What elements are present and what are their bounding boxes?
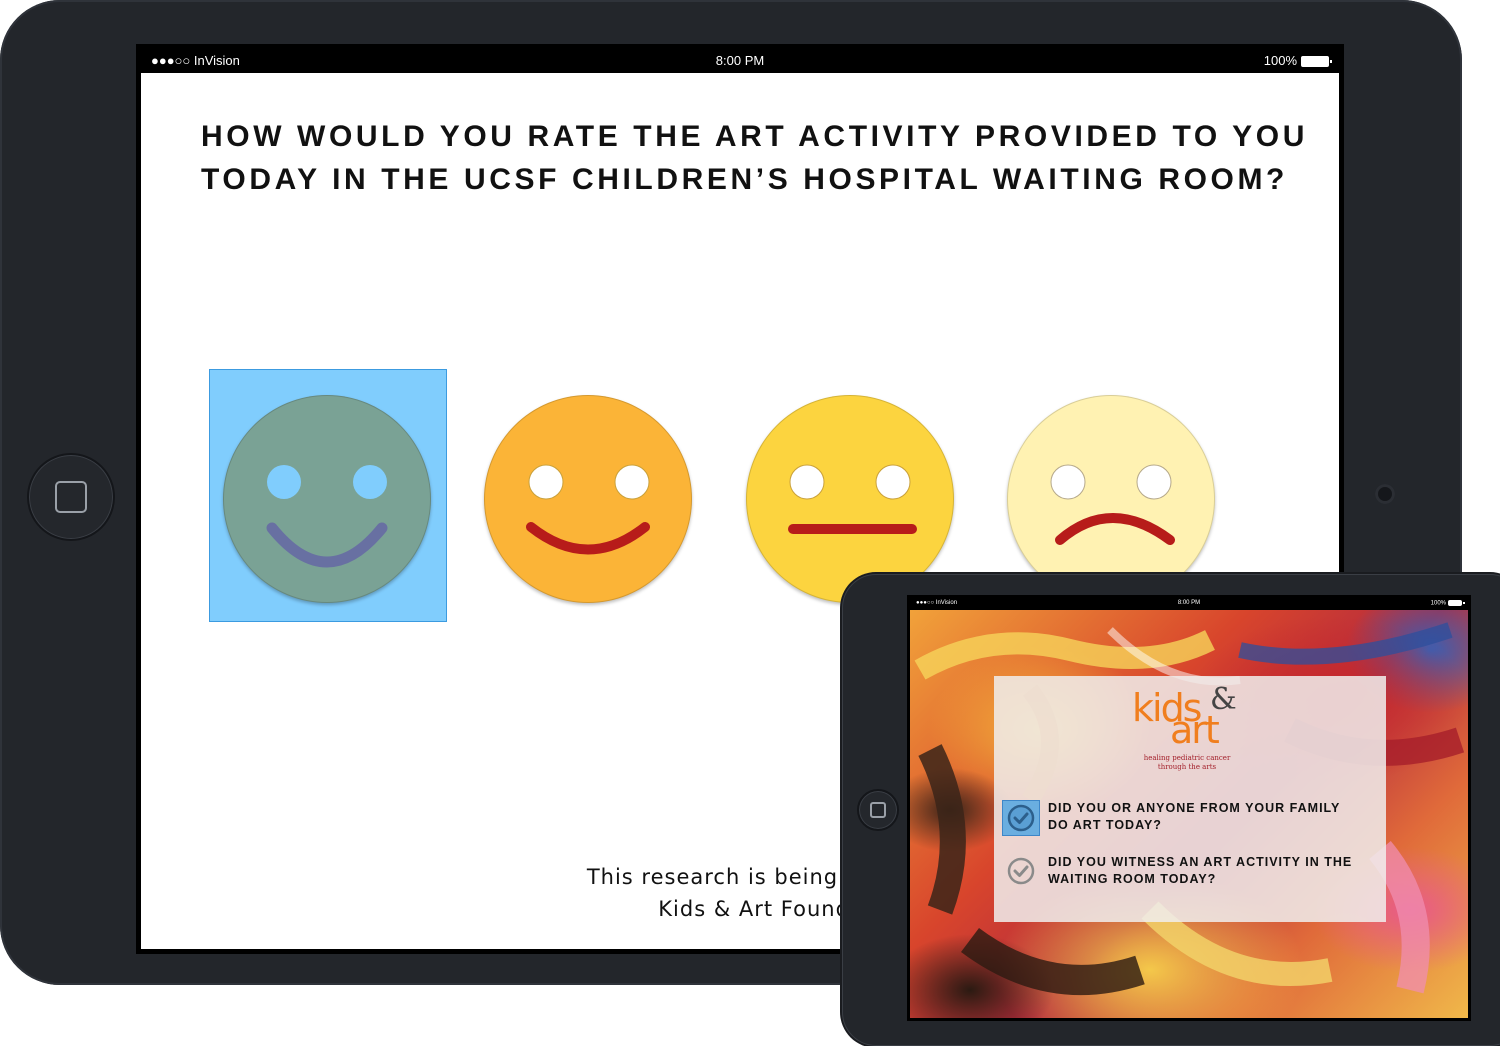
kids-and-art-logo: kids & art healing pediatric cancer thro… <box>1124 682 1264 774</box>
battery-label: 100% <box>1430 600 1446 607</box>
home-button-small[interactable] <box>857 789 899 831</box>
very-happy-face-icon <box>266 465 388 568</box>
label-line-2: do art today? <box>1048 818 1162 832</box>
survey-item-family-art[interactable]: Did you or anyone from your family do ar… <box>1002 800 1378 840</box>
logo-art-text: art <box>1170 708 1220 752</box>
battery-icon <box>1448 600 1465 606</box>
happy-face-icon <box>526 464 650 555</box>
rating-sad-button[interactable] <box>1007 395 1215 603</box>
rating-neutral-button[interactable] <box>746 395 954 603</box>
home-square-icon <box>870 802 886 818</box>
status-time: 8:00 PM <box>715 53 765 68</box>
label-line-1: Did you or anyone from your family <box>1048 801 1341 815</box>
battery-indicator: 100% <box>1263 53 1332 68</box>
rating-happy-button[interactable] <box>484 395 692 603</box>
neutral-face-icon <box>788 464 917 534</box>
label-line-2: waiting room today? <box>1048 872 1217 886</box>
battery-label: 100% <box>1263 53 1297 68</box>
checkbox-checked[interactable] <box>1002 800 1040 836</box>
battery-icon <box>1301 56 1332 68</box>
battery-indicator: 100% <box>1430 600 1465 607</box>
rating-very-happy-button[interactable] <box>223 395 431 603</box>
sad-face-icon <box>1050 464 1175 545</box>
screen-small: ●●●○○ InVision 8:00 PM 100% kids & art h… <box>907 595 1471 1021</box>
camera-icon <box>1375 484 1395 504</box>
survey-item-label: Did you witness an art activity in the w… <box>1048 854 1378 888</box>
status-time: 8:00 PM <box>1177 600 1201 606</box>
survey-item-label: Did you or anyone from your family do ar… <box>1048 800 1378 834</box>
tagline-line-1: healing pediatric cancer <box>1143 754 1231 762</box>
home-square-icon <box>55 481 87 513</box>
status-bar-small: ●●●○○ InVision 8:00 PM 100% <box>910 598 1468 610</box>
status-bar: ●●●○○ InVision 8:00 PM 100% <box>141 49 1339 73</box>
check-circle-outline-icon[interactable] <box>1006 856 1036 886</box>
label-line-1: Did you witness an art activity in the <box>1048 855 1353 869</box>
tablet-small: ●●●○○ InVision 8:00 PM 100% kids & art h… <box>842 574 1500 1046</box>
survey-item-witness-art[interactable]: Did you witness an art activity in the w… <box>1002 854 1378 894</box>
survey-panel: kids & art healing pediatric cancer thro… <box>994 676 1386 922</box>
tagline-line-2: through the arts <box>1157 763 1217 771</box>
logo-tagline: healing pediatric cancer through the art… <box>1132 754 1242 772</box>
check-circle-icon <box>1007 804 1035 832</box>
question-title: How would you rate the art activity prov… <box>201 120 1308 196</box>
home-button[interactable] <box>27 453 115 541</box>
